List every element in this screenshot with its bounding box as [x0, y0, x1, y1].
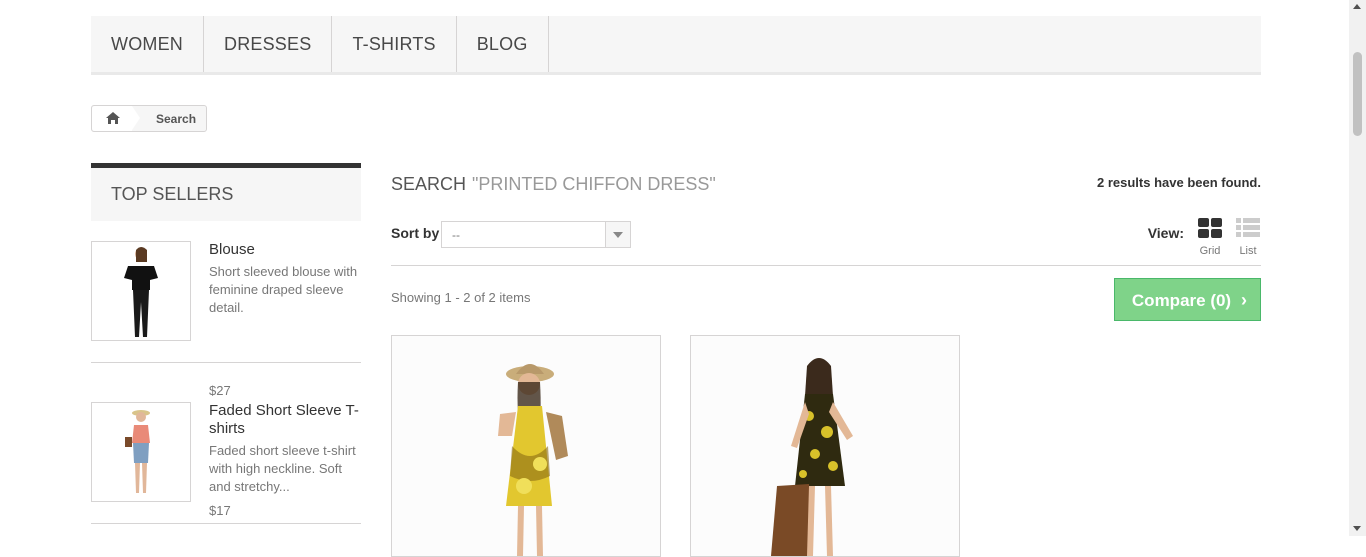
grid-icon — [1198, 218, 1222, 238]
compare-label: Compare (0) — [1131, 291, 1232, 310]
chevron-down-icon[interactable] — [605, 222, 630, 247]
divider — [391, 265, 1261, 266]
compare-button[interactable]: Compare (0) › — [1114, 278, 1261, 321]
product-image — [392, 336, 660, 556]
vertical-scrollbar[interactable] — [1349, 0, 1366, 536]
list-icon — [1236, 218, 1260, 237]
blouse-image — [92, 242, 190, 340]
breadcrumb-current: Search — [156, 112, 197, 126]
page-heading: SEARCH "PRINTED CHIFFON DRESS" — [391, 174, 716, 195]
view-label: View: — [1147, 225, 1184, 241]
top-sellers-block: TOP SELLERS Blouse Short sleeved blouse … — [91, 163, 361, 524]
home-icon — [106, 112, 120, 124]
product-name[interactable]: Blouse — [209, 241, 361, 259]
top-seller-item: Faded Short Sleeve T-shirts Faded short … — [91, 382, 361, 524]
sort-select-value: -- — [452, 228, 460, 242]
top-sellers-title[interactable]: TOP SELLERS — [91, 163, 361, 221]
scrollbar-thumb[interactable] — [1353, 52, 1362, 136]
nav-women[interactable]: WOMEN — [91, 16, 204, 72]
scroll-down-icon[interactable] — [1353, 526, 1361, 531]
list-view-label: List — [1239, 245, 1257, 257]
product-card[interactable] — [391, 335, 661, 557]
breadcrumb: Search — [91, 105, 207, 132]
sort-select[interactable]: -- — [441, 221, 631, 248]
sort-by-label: Sort by — [391, 225, 440, 241]
breadcrumb-separator — [132, 106, 140, 130]
scroll-up-icon[interactable] — [1353, 4, 1361, 9]
list-view-button[interactable]: List — [1235, 218, 1261, 257]
nav-tshirts[interactable]: T-SHIRTS — [332, 16, 457, 72]
top-navigation: WOMEN DRESSES T-SHIRTS BLOG — [91, 16, 1261, 75]
product-description: Faded short sleeve t-shirt with high nec… — [209, 443, 356, 494]
product-image — [691, 336, 959, 556]
product-card[interactable] — [690, 335, 960, 557]
showing-count: Showing 1 - 2 of 2 items — [391, 290, 531, 305]
search-query: "PRINTED CHIFFON DRESS" — [472, 174, 716, 194]
nav-blog[interactable]: BLOG — [457, 16, 549, 72]
faded-tshirt-thumbnail[interactable] — [91, 402, 191, 502]
results-count: 2 results have been found. — [1097, 175, 1261, 190]
product-name[interactable]: Faded Short Sleeve T-shirts — [209, 402, 361, 438]
product-price: $17 — [209, 503, 231, 518]
product-description: Short sleeved blouse with feminine drape… — [209, 264, 358, 315]
top-seller-item: Blouse Short sleeved blouse with feminin… — [91, 221, 361, 398]
nav-dresses[interactable]: DRESSES — [204, 16, 333, 72]
breadcrumb-home[interactable] — [92, 106, 132, 131]
faded-tshirt-image — [92, 403, 190, 501]
blouse-thumbnail[interactable] — [91, 241, 191, 341]
heading-label: SEARCH — [391, 174, 467, 194]
chevron-right-icon: › — [1241, 290, 1247, 310]
grid-view-button[interactable]: Grid — [1196, 218, 1224, 257]
grid-view-label: Grid — [1199, 245, 1221, 257]
